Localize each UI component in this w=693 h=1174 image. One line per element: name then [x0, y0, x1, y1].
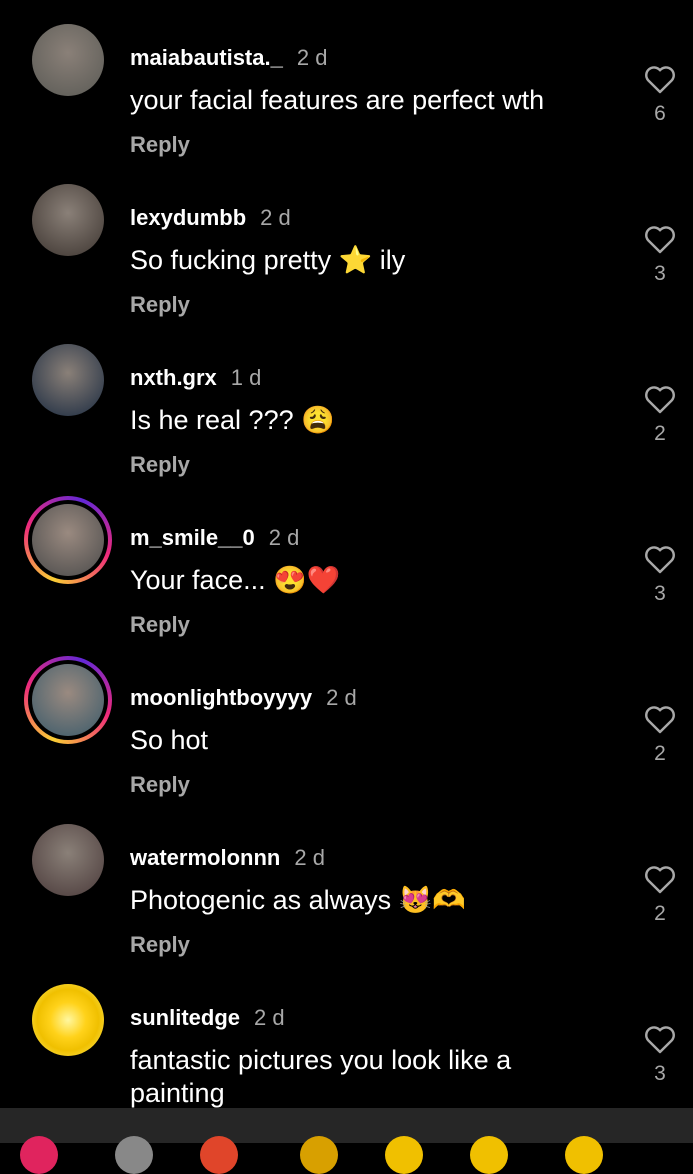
comment-item: lexydumbb 2 d So fucking pretty ⭐ ily Reply… [0, 172, 693, 332]
comment-text: your facial features are perfect wth [130, 85, 545, 115]
comment-header: maiabautista._ 2 d [130, 45, 327, 71]
comment-header: watermolonnn 2 d [130, 845, 325, 871]
like-count: 3 [654, 262, 666, 285]
emoji-reaction-2[interactable]: 🔥 [200, 1136, 238, 1174]
like-button[interactable]: 2 [640, 864, 680, 926]
emoji-reaction-0[interactable]: ❤️ [20, 1136, 58, 1174]
comment-item: maiabautista._ 2 d your facial features ar… [0, 12, 693, 172]
heart-icon[interactable] [640, 864, 680, 894]
comment-text: Your face... 😍❤️ [130, 565, 341, 595]
comment-text: fantastic pictures you look like a paint… [130, 1045, 512, 1108]
reply-button[interactable]: Reply [130, 132, 190, 158]
timestamp: 2 d [294, 845, 325, 870]
heart-icon[interactable] [640, 544, 680, 574]
avatar[interactable] [24, 656, 112, 744]
emoji-reaction-1[interactable]: 🙌 [115, 1136, 153, 1174]
heart-icon[interactable] [640, 384, 680, 414]
heart-icon[interactable] [640, 704, 680, 734]
username[interactable]: watermolonnn [130, 845, 280, 870]
like-count: 6 [654, 102, 666, 125]
avatar[interactable] [32, 824, 104, 896]
avatar[interactable] [32, 24, 104, 96]
comment-header: sunlitedge 2 d [130, 1005, 285, 1031]
username[interactable]: nxth.grx [130, 365, 217, 390]
emoji-reaction-6[interactable]: 😮 [565, 1136, 603, 1174]
comment-item: moonlightboyyyy 2 d So hot Reply 2 [0, 652, 693, 812]
like-button[interactable]: 6 [640, 64, 680, 126]
timestamp: 2 d [326, 685, 357, 710]
emoji-reaction-bar: ❤️ 🙌 🔥 👏 😢 😍 😮 [0, 1108, 693, 1174]
username[interactable]: moonlightboyyyy [130, 685, 312, 710]
comment-item: m_smile__0 2 d Your face... 😍❤️ Reply 3 [0, 492, 693, 652]
comment-header: m_smile__0 2 d [130, 525, 299, 551]
username[interactable]: lexydumbb [130, 205, 246, 230]
avatar[interactable] [32, 984, 104, 1056]
reply-button[interactable]: Reply [130, 772, 190, 798]
comment-item: watermolonnn 2 d Photogenic as always 😻🫶 Re… [0, 812, 693, 972]
emoji-reaction-3[interactable]: 👏 [300, 1136, 338, 1174]
comment-header: nxth.grx 1 d [130, 365, 261, 391]
timestamp: 1 d [230, 365, 262, 390]
comment-text: Is he real ??? 😩 [130, 405, 335, 435]
like-button[interactable]: 3 [640, 544, 680, 606]
reply-button[interactable]: Reply [130, 932, 190, 958]
heart-icon[interactable] [640, 64, 680, 94]
comment-text: So fucking pretty ⭐ ily [130, 245, 406, 275]
like-count: 2 [654, 742, 666, 765]
comment-text: Photogenic as always 😻🫶 [130, 885, 466, 915]
timestamp: 2 d [296, 45, 328, 70]
reply-button[interactable]: Reply [130, 612, 190, 638]
timestamp: 2 d [260, 205, 291, 230]
reply-button[interactable]: Reply [130, 452, 190, 478]
comment-text: So hot [130, 725, 209, 755]
avatar[interactable] [32, 184, 104, 256]
reply-button[interactable]: Reply [130, 292, 190, 318]
username[interactable]: sunlitedge [130, 1005, 240, 1030]
avatar[interactable] [24, 496, 112, 584]
like-button[interactable]: 3 [640, 224, 680, 286]
heart-icon[interactable] [640, 1024, 680, 1054]
comment-item: nxth.grx 1 d Is he real ??? 😩 Reply 2 [0, 332, 693, 492]
emoji-reaction-5[interactable]: 😍 [470, 1136, 508, 1174]
comment-header: lexydumbb 2 d [130, 205, 291, 231]
like-count: 3 [654, 582, 666, 605]
like-count: 3 [654, 1062, 666, 1085]
like-button[interactable]: 2 [640, 384, 680, 446]
like-button[interactable]: 3 [640, 1024, 680, 1086]
avatar[interactable] [32, 344, 104, 416]
like-count: 2 [654, 422, 666, 445]
username[interactable]: m_smile__0 [130, 525, 255, 550]
like-button[interactable]: 2 [640, 704, 680, 766]
comment-header: moonlightboyyyy 2 d [130, 685, 357, 711]
like-count: 2 [654, 902, 666, 925]
emoji-reaction-4[interactable]: 😢 [385, 1136, 423, 1174]
timestamp: 2 d [268, 525, 300, 550]
username[interactable]: maiabautista._ [130, 45, 283, 70]
timestamp: 2 d [254, 1005, 285, 1030]
heart-icon[interactable] [640, 224, 680, 254]
